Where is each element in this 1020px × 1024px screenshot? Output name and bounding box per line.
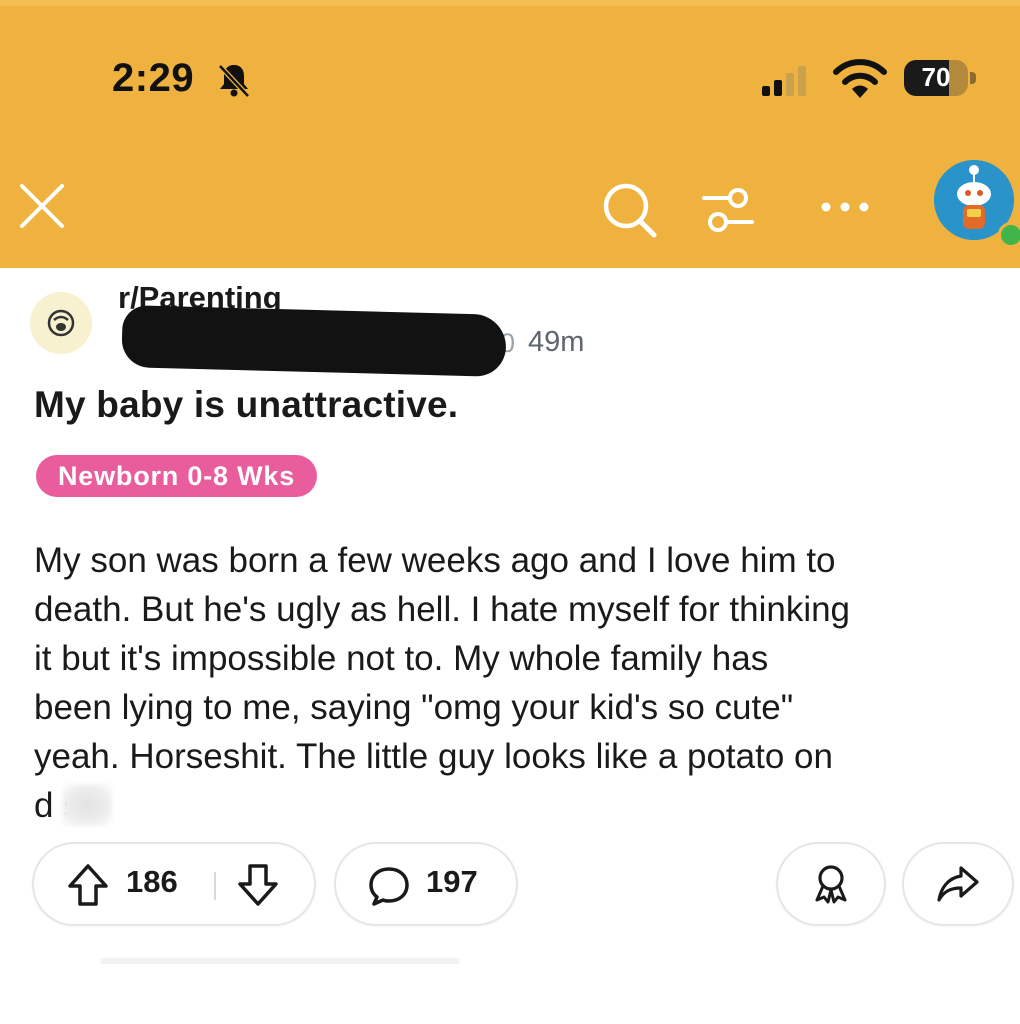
online-status-dot (998, 222, 1020, 248)
more-icon[interactable] (810, 192, 880, 222)
app-header: 2:29 70 (0, 0, 1020, 268)
signal-icon (762, 66, 806, 96)
downvote-icon[interactable] (234, 862, 282, 908)
subreddit-icon[interactable] (30, 292, 92, 354)
search-icon[interactable] (598, 180, 664, 240)
post-title[interactable]: My baby is unattractive. (34, 384, 458, 426)
post-flair[interactable]: Newborn 0-8 Wks (36, 455, 318, 497)
status-time: 2:29 (112, 56, 195, 100)
award-icon (815, 865, 847, 904)
bell-muted-icon (218, 64, 250, 98)
award-button[interactable] (776, 842, 886, 926)
censor-blur (62, 784, 112, 826)
close-icon[interactable] (14, 178, 70, 234)
wifi-icon (833, 59, 887, 98)
bottom-divider (100, 958, 460, 964)
post-time-ago: 49m (528, 326, 585, 358)
post-body: My son was born a few weeks ago and I lo… (34, 541, 851, 825)
pacifier-icon (47, 309, 75, 337)
comment-count: 197 (426, 864, 478, 899)
vote-bar: 186 (32, 842, 316, 926)
comments-button[interactable]: 197 (334, 842, 518, 926)
upvote-icon[interactable] (64, 862, 112, 908)
share-button[interactable] (902, 842, 1014, 926)
vote-score: 186 (126, 864, 178, 899)
battery-percent: 70 (921, 62, 951, 92)
share-icon (937, 866, 979, 902)
header-top-strip (0, 0, 1020, 6)
filter-icon[interactable] (700, 182, 756, 238)
battery-icon: 70 (904, 60, 976, 96)
comment-icon (369, 867, 409, 906)
battery-cap (970, 72, 976, 84)
username-redaction (121, 304, 507, 378)
vote-divider (214, 872, 216, 900)
